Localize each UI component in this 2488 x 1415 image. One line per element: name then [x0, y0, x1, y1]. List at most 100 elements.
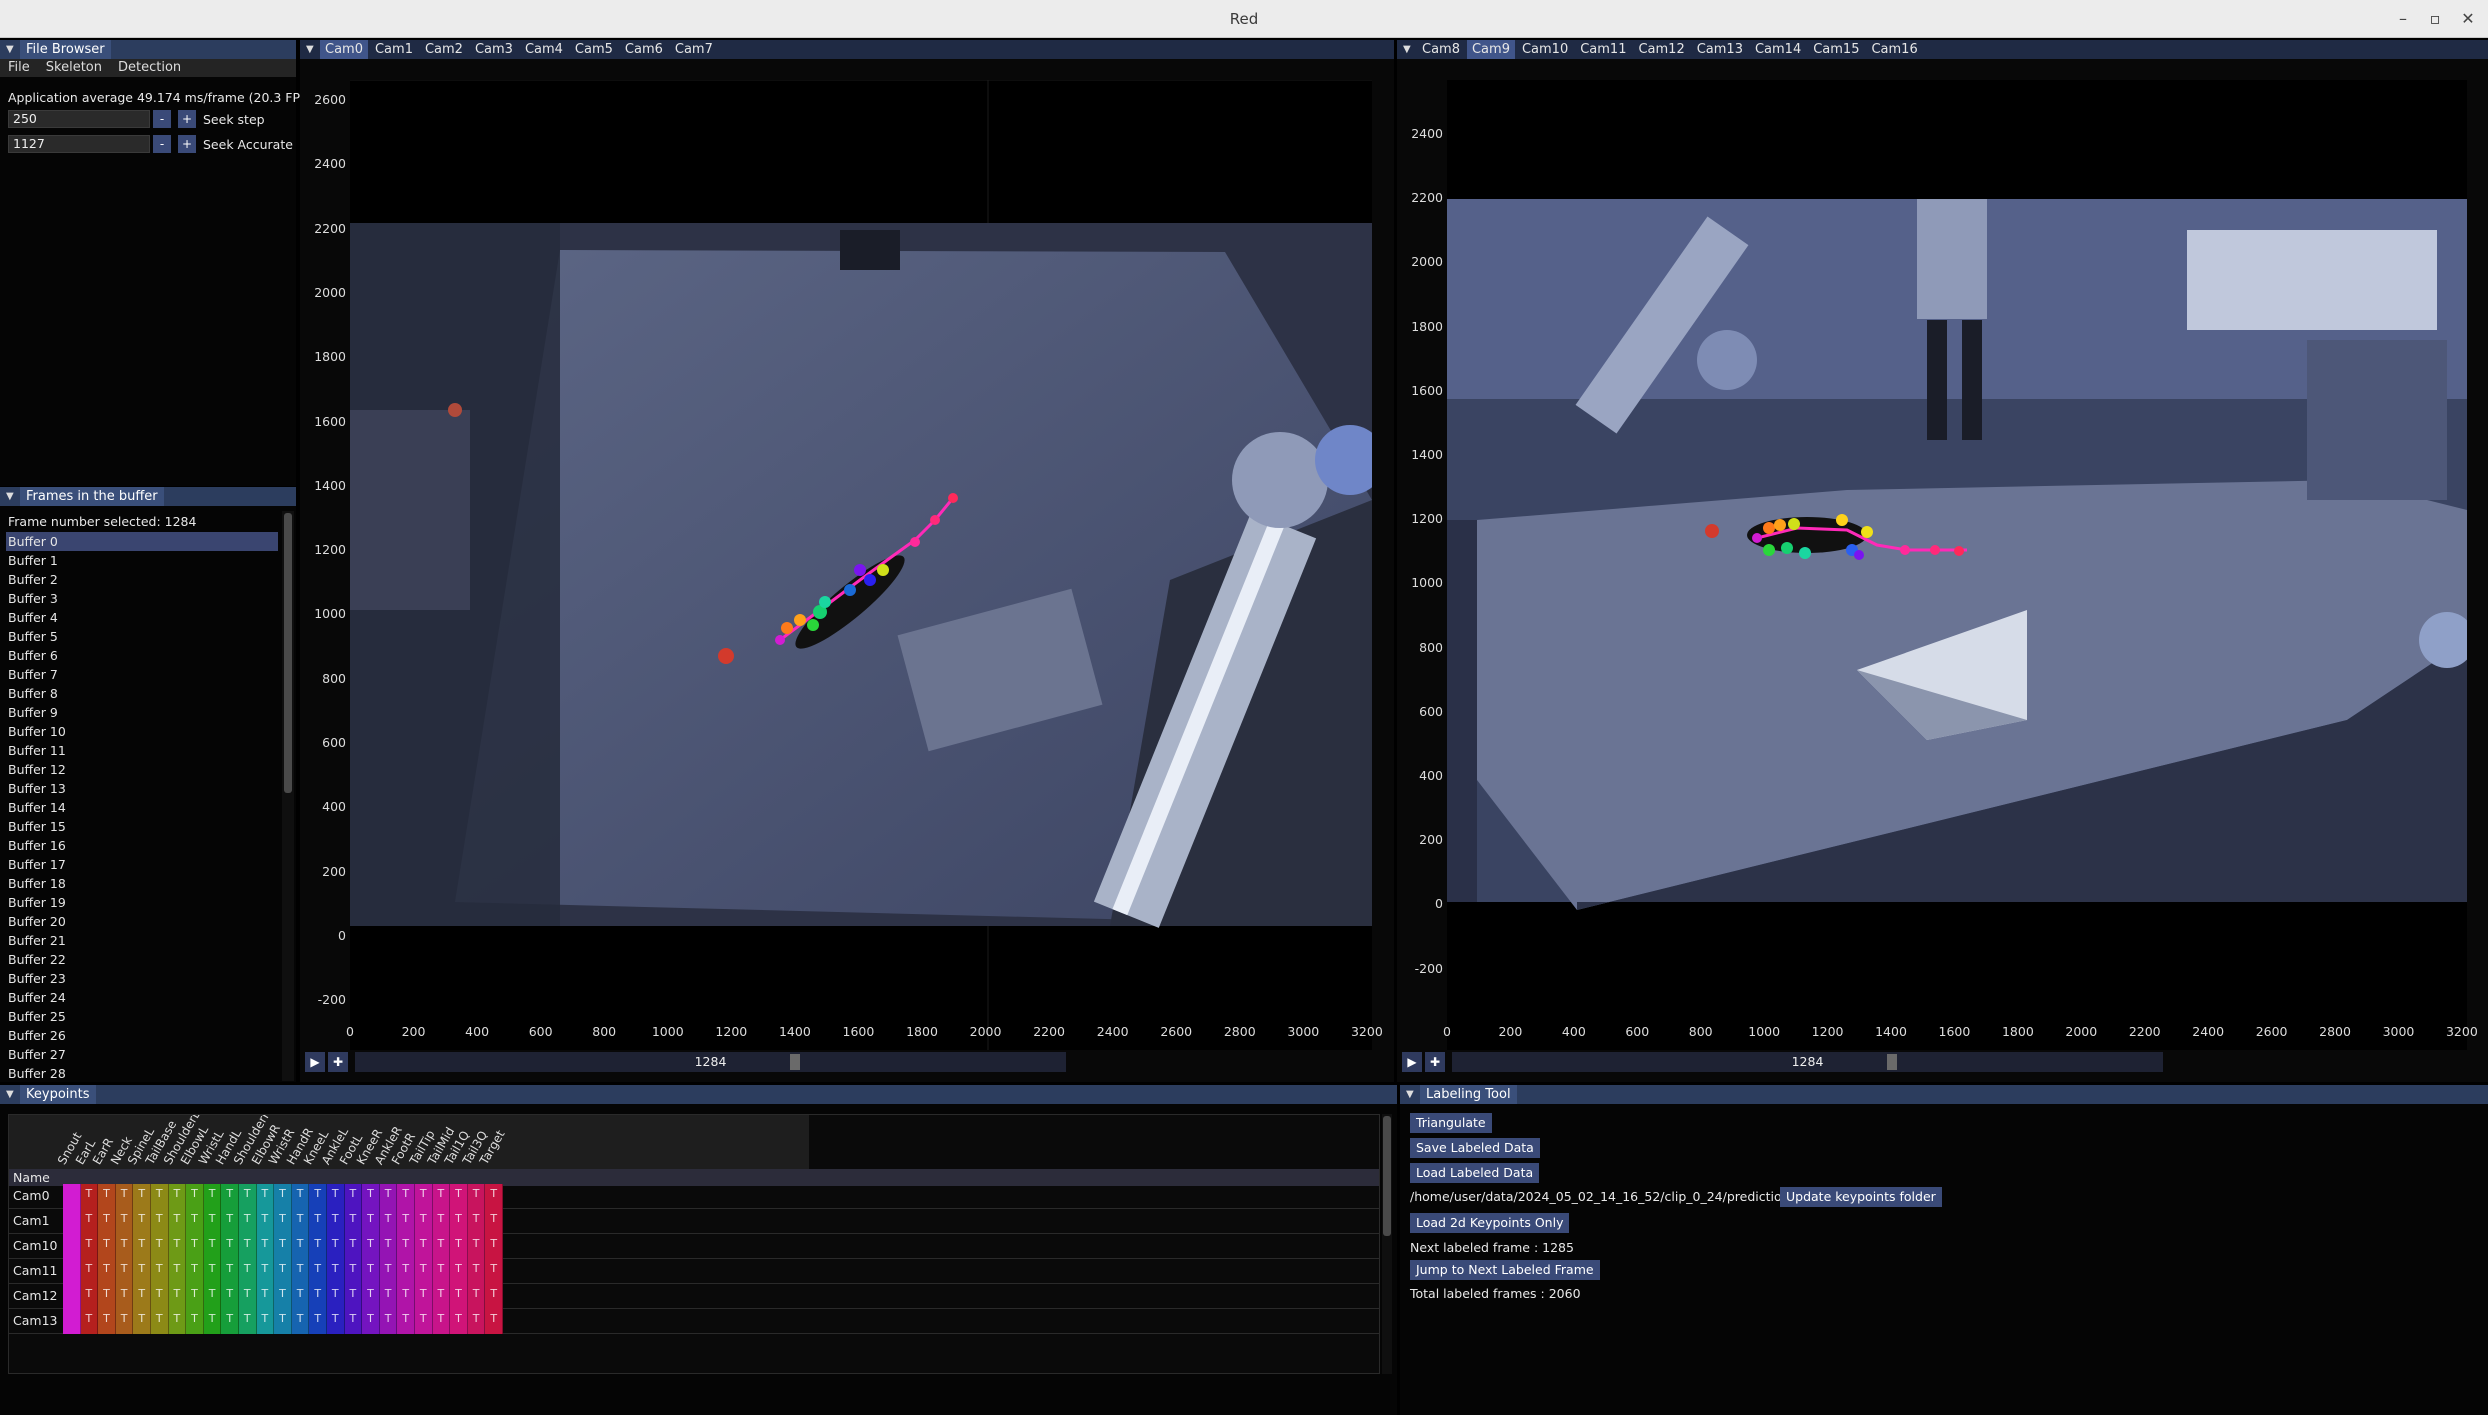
tab-cam3[interactable]: Cam3 — [470, 40, 518, 59]
seek-accurate-plus-button[interactable]: + — [178, 135, 196, 153]
keypoint-cell[interactable]: T — [309, 1309, 327, 1334]
buffer-list-item[interactable]: Buffer 21 — [6, 931, 278, 950]
keypoint-cell[interactable]: T — [327, 1234, 345, 1259]
keypoint-cell[interactable]: T — [485, 1209, 503, 1234]
keypoint-cell[interactable]: T — [98, 1309, 116, 1334]
keypoint-cell[interactable]: T — [239, 1284, 257, 1309]
keypoint-cell[interactable]: T — [133, 1209, 151, 1234]
keypoint-cell[interactable]: T — [344, 1184, 363, 1209]
keypoint-cell[interactable]: T — [344, 1234, 363, 1259]
keypoint-cell[interactable]: T — [362, 1309, 380, 1334]
collapse-icon[interactable]: ▼ — [1406, 1085, 1414, 1104]
keypoint-cell[interactable]: T — [203, 1259, 222, 1284]
buffer-scrollbar-thumb[interactable] — [284, 513, 292, 793]
tab-cam0[interactable]: Cam0 — [320, 40, 368, 59]
keypoint-cell[interactable]: T — [168, 1209, 187, 1234]
keypoint-cell[interactable]: T — [274, 1309, 292, 1334]
keypoint-cell[interactable]: T — [274, 1184, 292, 1209]
buffer-list-item[interactable]: Buffer 12 — [6, 760, 278, 779]
keypoint-cell[interactable]: T — [133, 1284, 151, 1309]
keypoint-cell[interactable]: T — [362, 1259, 380, 1284]
menu-detection[interactable]: Detection — [110, 59, 189, 77]
keypoint-cell[interactable]: T — [309, 1184, 327, 1209]
keypoint-cell[interactable]: T — [291, 1309, 310, 1334]
keypoint-cell[interactable]: T — [98, 1259, 116, 1284]
keypoint-cell[interactable]: T — [432, 1284, 451, 1309]
keypoint-cell[interactable]: T — [168, 1284, 187, 1309]
keypoint-cell[interactable]: T — [151, 1234, 169, 1259]
buffer-list-item[interactable]: Buffer 11 — [6, 741, 278, 760]
tab-cam6[interactable]: Cam6 — [620, 40, 668, 59]
keypoint-cell[interactable]: T — [291, 1284, 310, 1309]
keypoint-cell[interactable]: T — [344, 1259, 363, 1284]
keypoint-cell[interactable]: T — [362, 1209, 380, 1234]
keypoints-header[interactable]: ▼ Keypoints — [0, 1085, 1397, 1104]
keypoint-cell[interactable]: T — [186, 1259, 204, 1284]
keypoints-scrollbar-thumb[interactable] — [1383, 1116, 1391, 1236]
keypoint-cell[interactable]: T — [362, 1234, 380, 1259]
buffer-list-item[interactable]: Buffer 18 — [6, 874, 278, 893]
buffer-list-item[interactable]: Buffer 9 — [6, 703, 278, 722]
jump-next-labeled-frame-button[interactable]: Jump to Next Labeled Frame — [1410, 1260, 1600, 1280]
file-browser-header[interactable]: ▼ File Browser — [0, 40, 296, 59]
keypoint-cell[interactable]: T — [485, 1259, 503, 1284]
left-play-button[interactable]: ▶ — [305, 1052, 325, 1072]
keypoint-cell[interactable]: T — [133, 1259, 151, 1284]
keypoint-cell[interactable] — [63, 1234, 81, 1259]
keypoint-cell[interactable]: T — [256, 1209, 275, 1234]
keypoint-cell[interactable]: T — [397, 1184, 415, 1209]
keypoint-cell[interactable]: T — [133, 1309, 151, 1334]
buffer-scrollbar[interactable] — [282, 511, 294, 1081]
keypoint-cell[interactable]: T — [221, 1209, 239, 1234]
keypoint-cell[interactable]: T — [98, 1209, 116, 1234]
keypoint-cell[interactable]: T — [397, 1209, 415, 1234]
keypoint-cell[interactable]: T — [415, 1184, 433, 1209]
menu-skeleton[interactable]: Skeleton — [38, 59, 110, 77]
menu-file[interactable]: File — [0, 59, 38, 77]
left-slider-thumb[interactable] — [790, 1054, 800, 1070]
keypoint-cell[interactable]: T — [450, 1234, 468, 1259]
buffer-list-item[interactable]: Buffer 14 — [6, 798, 278, 817]
buffer-list-item[interactable]: Buffer 22 — [6, 950, 278, 969]
keypoint-cell[interactable]: T — [485, 1284, 503, 1309]
keypoint-cell[interactable]: T — [80, 1309, 99, 1334]
keypoint-cell[interactable]: T — [415, 1309, 433, 1334]
tab-cam11[interactable]: Cam11 — [1575, 40, 1631, 59]
keypoint-cell[interactable]: T — [186, 1209, 204, 1234]
triangulate-button[interactable]: Triangulate — [1410, 1113, 1492, 1133]
keypoint-cell[interactable]: T — [151, 1259, 169, 1284]
buffer-list-item[interactable]: Buffer 26 — [6, 1026, 278, 1045]
keypoint-cell[interactable]: T — [221, 1309, 239, 1334]
close-icon[interactable]: ✕ — [2455, 6, 2481, 32]
buffer-list-item[interactable]: Buffer 7 — [6, 665, 278, 684]
keypoint-cell[interactable]: T — [379, 1234, 398, 1259]
keypoint-cell[interactable]: T — [309, 1284, 327, 1309]
keypoint-cell[interactable]: T — [291, 1234, 310, 1259]
update-keypoints-folder-button[interactable]: Update keypoints folder — [1780, 1187, 1942, 1207]
keypoint-cell[interactable]: T — [415, 1284, 433, 1309]
save-labeled-data-button[interactable]: Save Labeled Data — [1410, 1138, 1540, 1158]
keypoint-cell[interactable]: T — [467, 1209, 486, 1234]
keypoint-cell[interactable]: T — [133, 1234, 151, 1259]
keypoint-cell[interactable]: T — [98, 1234, 116, 1259]
keypoint-cell[interactable]: T — [115, 1184, 134, 1209]
seek-accurate-input[interactable]: 1127 — [8, 135, 150, 153]
keypoint-cell[interactable] — [63, 1309, 81, 1334]
keypoint-cell[interactable]: T — [432, 1259, 451, 1284]
seek-step-plus-button[interactable]: + — [178, 110, 196, 128]
keypoint-cell[interactable]: T — [80, 1259, 99, 1284]
keypoint-cell[interactable]: T — [327, 1309, 345, 1334]
keypoint-cell[interactable]: T — [274, 1284, 292, 1309]
tab-cam2[interactable]: Cam2 — [420, 40, 468, 59]
keypoint-cell[interactable]: T — [467, 1309, 486, 1334]
keypoint-cell[interactable]: T — [186, 1309, 204, 1334]
keypoint-cell[interactable]: T — [115, 1284, 134, 1309]
keypoint-cell[interactable]: T — [362, 1184, 380, 1209]
keypoint-cell[interactable] — [63, 1209, 81, 1234]
maximize-icon[interactable]: ▫ — [2422, 6, 2448, 32]
buffer-list-item[interactable]: Buffer 27 — [6, 1045, 278, 1064]
keypoint-cell[interactable] — [63, 1184, 81, 1209]
keypoint-cell[interactable]: T — [256, 1184, 275, 1209]
keypoint-cell[interactable]: T — [115, 1309, 134, 1334]
keypoint-cell[interactable]: T — [203, 1184, 222, 1209]
